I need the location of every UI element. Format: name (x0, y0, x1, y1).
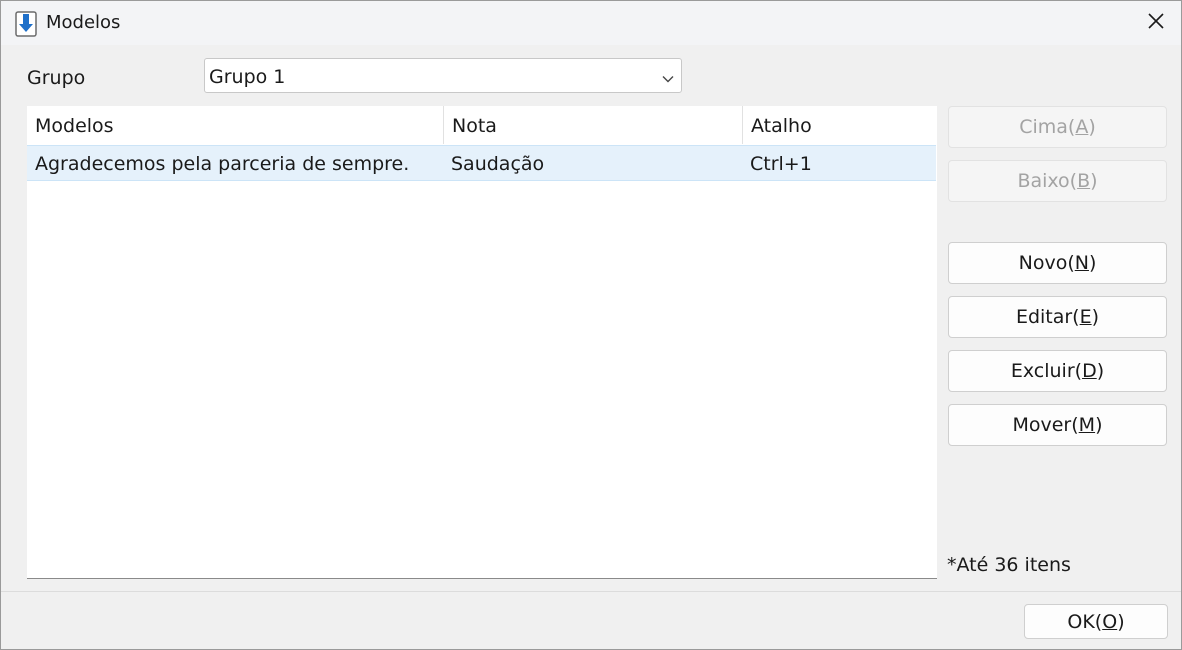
window-title: Modelos (46, 12, 121, 33)
delete-button[interactable]: Excluir(D) (948, 350, 1167, 392)
chevron-down-icon (661, 69, 675, 83)
edit-button[interactable]: Editar(E) (948, 296, 1167, 338)
group-dropdown[interactable]: Grupo 1 (204, 58, 682, 93)
move-up-button[interactable]: Cima(A) (948, 106, 1167, 148)
close-icon (1147, 12, 1165, 35)
new-button[interactable]: Novo(N) (948, 242, 1167, 284)
download-arrow-icon (15, 11, 37, 37)
ok-button[interactable]: OK(O) (1024, 604, 1168, 639)
column-header-atalho[interactable]: Atalho (743, 106, 937, 144)
templates-list[interactable]: Modelos Nota Atalho Agradecemos pela par… (27, 106, 937, 579)
close-button[interactable] (1131, 1, 1181, 45)
move-button[interactable]: Mover(M) (948, 404, 1167, 446)
column-header-nota[interactable]: Nota (444, 106, 742, 144)
dialog-window: Modelos Grupo Grupo 1 Modelos Nota Atalh… (0, 0, 1182, 650)
group-dropdown-value: Grupo 1 (209, 66, 286, 88)
column-header-modelos[interactable]: Modelos (27, 106, 443, 144)
move-down-button[interactable]: Baixo(B) (948, 160, 1167, 202)
list-header: Modelos Nota Atalho (27, 106, 937, 144)
cell-modelo: Agradecemos pela parceria de sempre. (35, 153, 410, 175)
item-limit-note: *Até 36 itens (947, 554, 1071, 576)
group-label: Grupo (27, 67, 86, 89)
table-row[interactable]: Agradecemos pela parceria de sempre. Sau… (27, 145, 936, 181)
cell-nota: Saudação (451, 153, 545, 175)
cell-atalho: Ctrl+1 (750, 153, 812, 175)
title-bar: Modelos (1, 1, 1181, 45)
footer-divider (1, 591, 1181, 592)
